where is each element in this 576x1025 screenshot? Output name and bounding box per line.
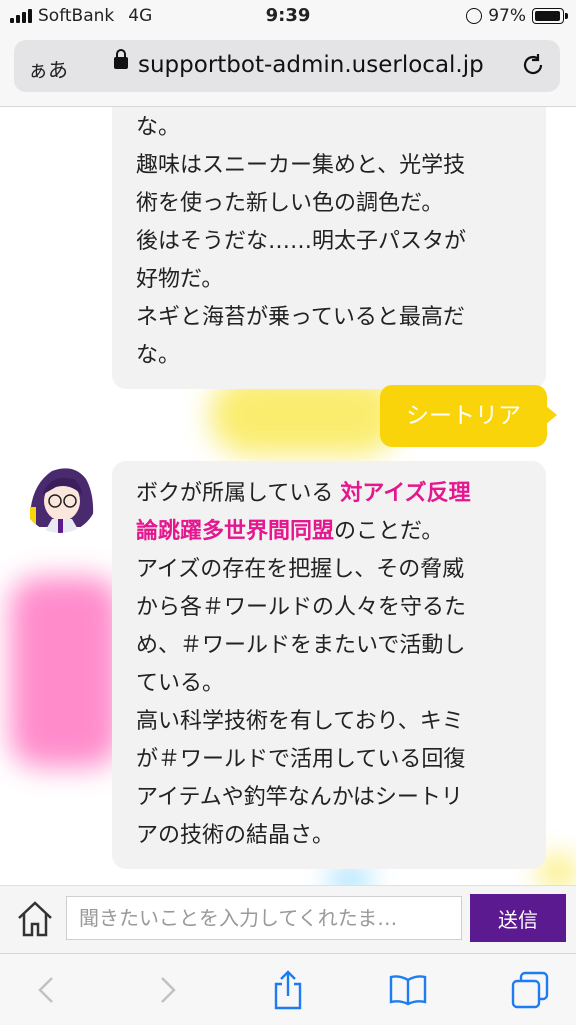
background-decoration bbox=[10, 577, 120, 767]
reload-icon[interactable] bbox=[520, 52, 546, 85]
tabs-icon[interactable] bbox=[508, 968, 552, 1012]
battery-fill bbox=[535, 11, 561, 21]
browser-toolbar bbox=[0, 953, 576, 1025]
message-line: め、＃ワールドをまたいで活動し bbox=[136, 633, 466, 658]
message-text: ボクが所属している bbox=[136, 481, 341, 506]
battery-icon bbox=[532, 8, 568, 24]
message-text: のことだ。 bbox=[334, 519, 444, 544]
message-line: な。 bbox=[136, 115, 181, 140]
message-line: 論跳躍多世界間同盟のことだ。 bbox=[136, 513, 522, 551]
message-line: から各＃ワールドの人々を守るた bbox=[136, 595, 467, 620]
message-line: 後はそうだな……明太子パスタが bbox=[136, 229, 467, 254]
rotation-lock-icon bbox=[466, 8, 483, 24]
highlight-text: 論跳躍多世界間同盟 bbox=[136, 519, 335, 544]
user-message: シートリア bbox=[380, 385, 557, 447]
chat-area[interactable]: な。 趣味はスニーカー集めと、光学技 術を使った新しい色の調色だ。 後はそうだな… bbox=[0, 107, 576, 885]
message-line: 好物だ。 bbox=[136, 267, 224, 292]
highlight-text: 対アイズ反理 bbox=[340, 481, 471, 506]
message-line: アイテムや釣竿なんかはシートリ bbox=[136, 785, 463, 810]
home-icon[interactable] bbox=[14, 898, 56, 940]
bot-message: な。 趣味はスニーカー集めと、光学技 術を使った新しい色の調色だ。 後はそうだな… bbox=[112, 107, 546, 389]
status-bar: SoftBank 4G 9:39 97% bbox=[0, 0, 576, 34]
message-line: 趣味はスニーカー集めと、光学技 bbox=[136, 153, 466, 178]
battery-percent: 97% bbox=[488, 6, 526, 26]
bot-message: ボクが所属している 対アイズ反理 論跳躍多世界間同盟のことだ。 アイズの存在を把… bbox=[112, 461, 546, 869]
lock-icon bbox=[114, 49, 128, 69]
text-size-button[interactable]: ぁあ bbox=[28, 54, 68, 83]
bot-avatar bbox=[22, 457, 98, 533]
message-line: アの技術の結晶さ。 bbox=[136, 823, 335, 848]
message-line: 高い科学技術を有しており、キミ bbox=[136, 709, 464, 734]
send-button[interactable]: 送信 bbox=[470, 894, 566, 942]
message-line: な。 bbox=[136, 343, 181, 368]
message-line: 術を使った新しい色の調色だ。 bbox=[136, 191, 444, 216]
message-line: ている。 bbox=[136, 671, 225, 696]
chevron-left-icon[interactable] bbox=[24, 968, 68, 1012]
user-message-text: シートリア bbox=[406, 403, 521, 429]
book-icon[interactable] bbox=[386, 968, 430, 1012]
message-line: ネギと海苔が乗っていると最高だ bbox=[136, 305, 465, 330]
browser-address-area: ぁあ supportbot-admin.userlocal.jp bbox=[0, 34, 576, 107]
message-input[interactable] bbox=[66, 896, 462, 940]
message-line: が＃ワールドで活用している回復 bbox=[136, 747, 466, 772]
background-decoration bbox=[540, 857, 576, 885]
message-line: ボクが所属している 対アイズ反理 bbox=[136, 475, 522, 513]
url-text[interactable]: supportbot-admin.userlocal.jp bbox=[138, 52, 484, 78]
message-input-bar: 送信 bbox=[0, 885, 576, 954]
chevron-right-icon[interactable] bbox=[146, 968, 190, 1012]
share-icon[interactable] bbox=[266, 968, 310, 1012]
background-decoration bbox=[330, 867, 370, 885]
message-line: アイズの存在を把握し、その脅威 bbox=[136, 557, 465, 582]
address-bar[interactable]: ぁあ supportbot-admin.userlocal.jp bbox=[14, 40, 560, 92]
